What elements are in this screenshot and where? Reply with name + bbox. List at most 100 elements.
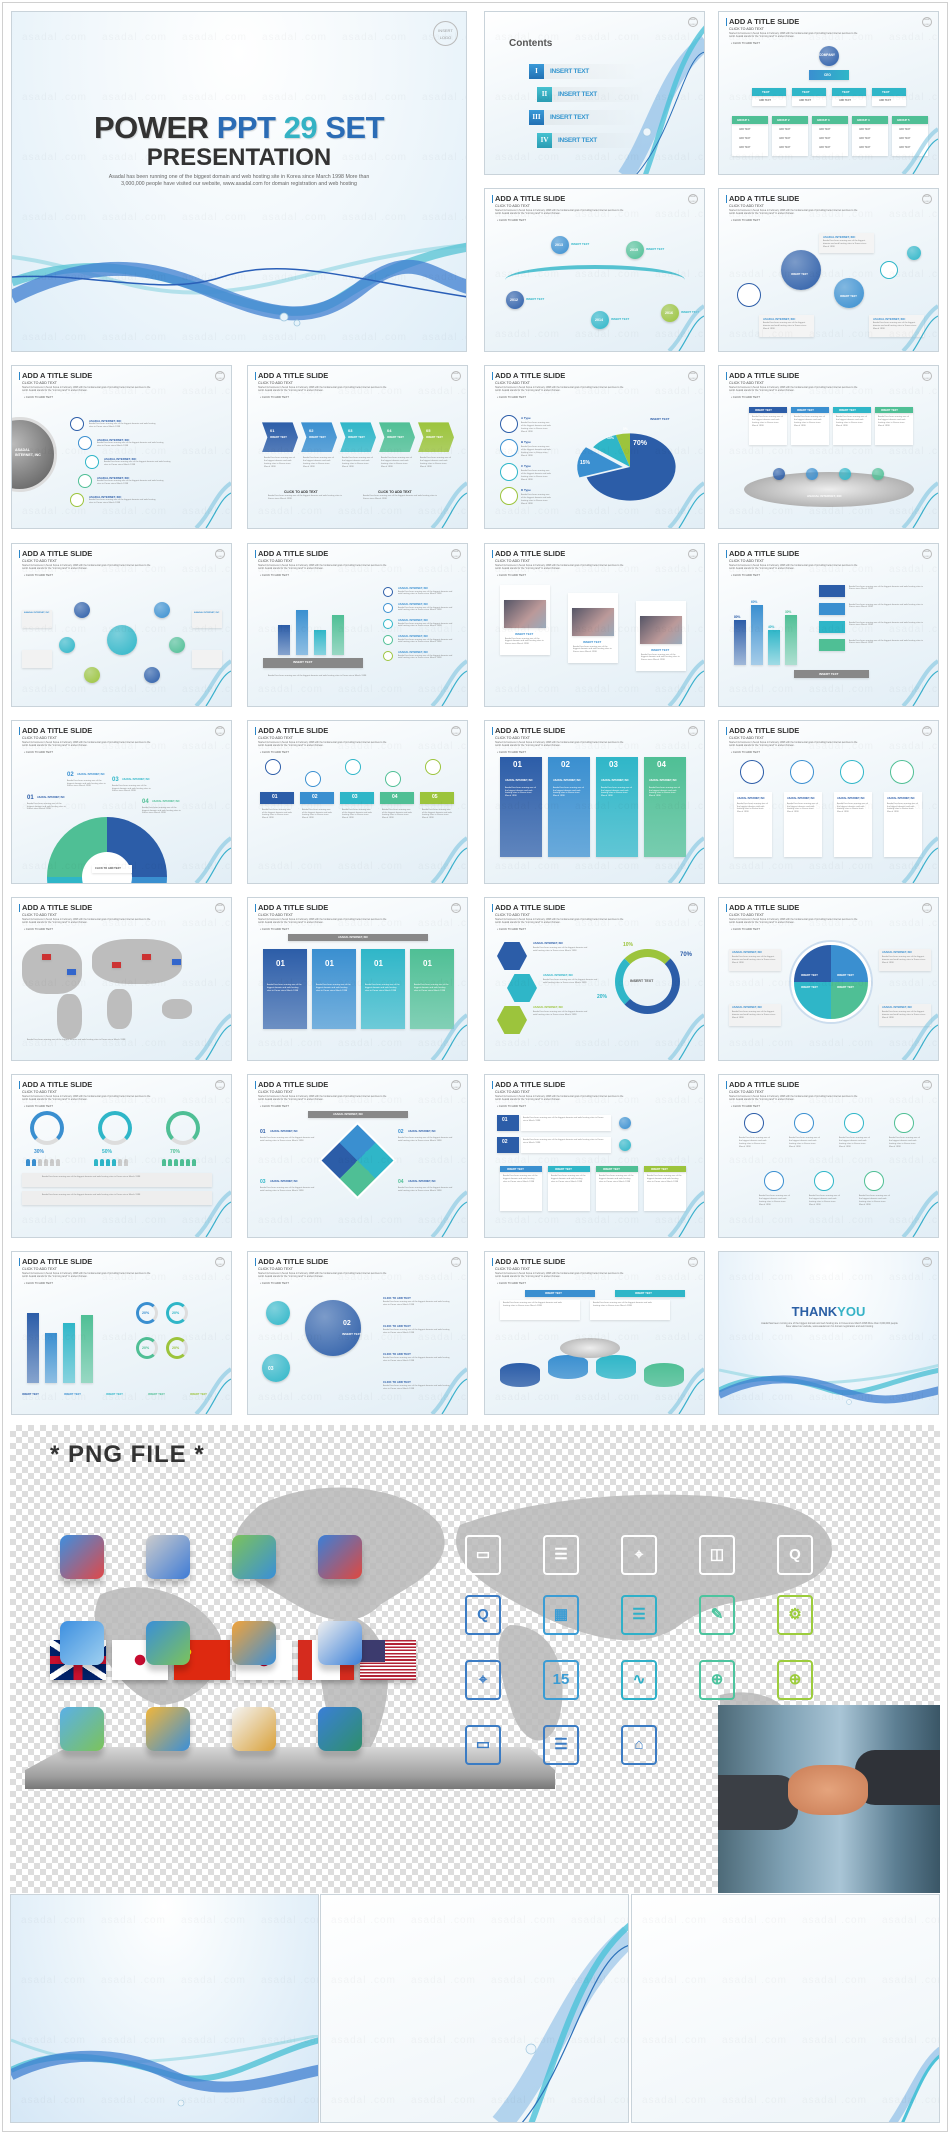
watermark-text: asadal .com xyxy=(655,329,704,340)
watermark-text: asadal .com xyxy=(491,2095,556,2106)
handshake-photo xyxy=(718,1705,940,1893)
thankyou-slide[interactable]: INSERT LOGO THANKYOU Asadal has been run… xyxy=(718,1251,939,1415)
slide-thumbnail-bars[interactable]: ADD A TITLE SLIDE CLICK TO ADD TEXT Starte… xyxy=(247,542,468,707)
slide-paragraph: Asadal has been running one of the bigge… xyxy=(752,416,783,427)
watermark-text: asadal .com xyxy=(729,1332,794,1343)
slide-paragraph: Asadal has been running one of the bigge… xyxy=(342,457,373,468)
watermark-text: asadal .com xyxy=(262,332,327,343)
watermark-text: asadal .com xyxy=(338,741,403,752)
ring-percent: 20% xyxy=(172,1311,180,1316)
contents-slide[interactable]: INSERT LOGO Contents I INSERT TEXT II INSER… xyxy=(484,11,705,175)
slide-label: ASADAL INTERNET, INC xyxy=(882,951,913,954)
text-card xyxy=(548,1166,590,1212)
slide-thumbnail-cards4[interactable]: ADD A TITLE SLIDE CLICK TO ADD TEXT Starte… xyxy=(718,719,939,884)
slide-title: ADD A TITLE SLIDE xyxy=(19,904,92,912)
slide-thumbnail-semicircle[interactable]: ADD A TITLE SLIDE CLICK TO ADD TEXT Starte… xyxy=(11,719,232,884)
floppy-icon xyxy=(146,1621,190,1665)
slide-label: ASADAL INTERNET, INC xyxy=(763,317,796,322)
thankyou-heading: THANKYOU xyxy=(719,1304,938,1319)
watermark-text: asadal .com xyxy=(889,329,938,340)
slide-thumbnail-timeline[interactable]: ADD A TITLE SLIDE CLICK TO ADD TEXT Starte… xyxy=(484,188,705,353)
slide-thumbnail-columns[interactable]: ADD A TITLE SLIDE CLICK TO ADD TEXT Starte… xyxy=(484,719,705,884)
slide-label: ASADAL INTERNET, INC xyxy=(649,778,677,782)
contents-item[interactable]: III INSERT TEXT xyxy=(529,110,639,125)
faq-icon: Q xyxy=(777,1535,813,1575)
background-plain: asadal .com asadal .com asadal .com asadal … xyxy=(631,1894,940,2123)
watermark-text: asadal .com xyxy=(181,1975,246,1986)
slide-label: INSERT TEXT xyxy=(801,974,818,977)
pie-legend-circle xyxy=(500,487,518,506)
watermark-text: asadal .com xyxy=(22,446,87,457)
png-assets-panel: * PNG FILE * ▭ ☰ ⌖ ◫ Q Q ▦ ☰ ✎ ⚙ ⌖ 15 ∿ ⊕ ⊕ ▭ ☰ ⌂ xyxy=(10,1425,940,1893)
watermark-text: asadal .com xyxy=(889,684,938,695)
slide-paragraph: Asadal has been running one of the bigge… xyxy=(268,674,367,677)
slide-label: INSERT TEXT xyxy=(651,647,670,652)
slide-thumbnail-quad[interactable]: ADD A TITLE SLIDE CLICK TO ADD TEXT Starte… xyxy=(718,897,939,1061)
slide-thumbnail-donuts3[interactable]: ADD A TITLE SLIDE CLICK TO ADD TEXT Starte… xyxy=(11,1074,232,1239)
satellite-circle xyxy=(144,666,160,683)
slide-thumbnail-photos[interactable]: ADD A TITLE SLIDE CLICK TO ADD TEXT Starte… xyxy=(484,542,705,707)
slide-subtitle: CLICK TO ADD TEXT xyxy=(495,1090,530,1095)
slide-thumbnail-hub[interactable]: ADD A TITLE SLIDE CLICK TO ADD TEXT Starte… xyxy=(11,542,232,707)
slide-thumbnail-map[interactable]: ADD A TITLE SLIDE CLICK TO ADD TEXT Starte… xyxy=(11,897,232,1061)
slide-thumbnail-diamond[interactable]: ADD A TITLE SLIDE CLICK TO ADD TEXT Starte… xyxy=(247,1074,468,1239)
slide-label: ASADAL INTERNET, INC xyxy=(533,1006,564,1009)
podium-cylinder xyxy=(548,1355,588,1380)
contents-item[interactable]: I INSERT TEXT xyxy=(529,64,639,79)
wave-corner-decoration xyxy=(901,127,938,174)
slide-thumbnail-hbars[interactable]: ADD A TITLE SLIDE CLICK TO ADD TEXT Starte… xyxy=(718,542,939,707)
slide-thumbnail-bubbles[interactable]: ADD A TITLE SLIDE CLICK TO ADD TEXT Starte… xyxy=(247,1251,468,1416)
title-slide[interactable]: INSERT LOGO POWER PPT 29 SET PRESENTATIO… xyxy=(11,11,467,352)
inbox-icon: ☰ xyxy=(543,1725,579,1765)
slide-thumbnail-list[interactable]: ADD A TITLE SLIDE CLICK TO ADD TEXT Starte… xyxy=(11,365,232,530)
slide-thumbnail-textboxes[interactable]: ADD A TITLE SLIDE CLICK TO ADD TEXT Starte… xyxy=(484,1074,705,1239)
ring-percent: 70% xyxy=(170,1149,181,1156)
title-description-2: 3,000,000 people have visited our websit… xyxy=(121,181,357,187)
watermark-text: asadal .com xyxy=(889,152,938,163)
slide-thumbnail-hexdonut[interactable]: ADD A TITLE SLIDE CLICK TO ADD TEXT Starte… xyxy=(484,897,705,1061)
slide-thumbnail-platform[interactable]: ADD A TITLE SLIDE CLICK TO ADD TEXT Starte… xyxy=(718,365,939,530)
watermark-text: asadal .com xyxy=(809,92,874,103)
slide-thumbnail-podiums[interactable]: ADD A TITLE SLIDE CLICK TO ADD TEXT Starte… xyxy=(484,1251,705,1416)
slide-thumbnail-pie[interactable]: ADD A TITLE SLIDE CLICK TO ADD TEXT Starte… xyxy=(484,365,705,530)
slide-label: ASADAL INTERNET, INC xyxy=(823,235,856,240)
slide-label: ASADAL INTERNET, INC xyxy=(398,618,429,622)
slide-title: ADD A TITLE SLIDE xyxy=(492,1081,565,1090)
watermark-text: asadal .com xyxy=(729,209,794,220)
slide-thumbnail-org[interactable]: ADD A TITLE SLIDE CLICK TO ADD TEXT Starte… xyxy=(718,11,939,175)
slide-paragraph: Asadal has been running one of the bigge… xyxy=(523,1139,604,1144)
contents-item[interactable]: IV INSERT TEXT xyxy=(537,133,647,148)
slide-subtitle: CLICK TO ADD TEXT xyxy=(22,913,57,917)
label-tag xyxy=(819,584,845,597)
company-label: COMPANY xyxy=(819,53,836,57)
slide-paragraph: Asadal has been running one of the bigge… xyxy=(849,639,923,645)
watermark-text: asadal .com xyxy=(889,918,938,929)
watermark-text: asadal .com xyxy=(258,918,323,929)
slide-thumbnail-numcards[interactable]: ADD A TITLE SLIDE CLICK TO ADD TEXT Starte… xyxy=(247,897,468,1061)
watermark-text: asadal .com xyxy=(22,152,87,163)
slide-thumbnail-barscircles[interactable]: ADD A TITLE SLIDE CLICK TO ADD TEXT Starte… xyxy=(11,1251,232,1416)
slide-thumbnail-arrows[interactable]: ADD A TITLE SLIDE CLICK TO ADD TEXT Starte… xyxy=(247,365,468,530)
slide-subtitle: CLICK TO ADD TEXT xyxy=(729,204,764,209)
slide-thumbnail-process[interactable]: ADD A TITLE SLIDE CLICK TO ADD TEXT Starte… xyxy=(718,188,939,353)
percent-10: 10% xyxy=(607,436,615,441)
insert-logo-badge: INSERT LOGO xyxy=(451,903,461,913)
slide-thumbnail-pins3[interactable]: ADD A TITLE SLIDE CLICK TO ADD TEXT Starte… xyxy=(718,1074,939,1239)
watermark-text: asadal .com xyxy=(495,741,560,752)
pin-number: 03 xyxy=(352,793,358,800)
sim-card-icon: ▦ xyxy=(543,1595,579,1635)
year-label: 2014 xyxy=(595,318,603,323)
wave-corner-decoration xyxy=(901,481,938,529)
slide-label: ASADAL INTERNET, INC xyxy=(77,772,105,776)
watermark-text: asadal .com xyxy=(642,2035,707,2046)
slide-thumbnail-pins[interactable]: ADD A TITLE SLIDE CLICK TO ADD TEXT Starte… xyxy=(247,719,468,884)
watermark-text: asadal .com xyxy=(809,1038,874,1049)
wave-corner-decoration xyxy=(667,481,704,529)
watermark-text: asadal .com xyxy=(889,978,938,989)
click-to-add-label: CLICK TO ADD TEXT xyxy=(284,490,318,495)
map-pin-icon: ⌖ xyxy=(621,1535,657,1575)
slide-label: ASADAL INTERNET, INC xyxy=(543,974,574,977)
column-number: 04 xyxy=(657,759,666,769)
slide-title: ADD A TITLE SLIDE xyxy=(492,726,565,735)
add-text-label: ADD TEXT xyxy=(859,147,871,149)
